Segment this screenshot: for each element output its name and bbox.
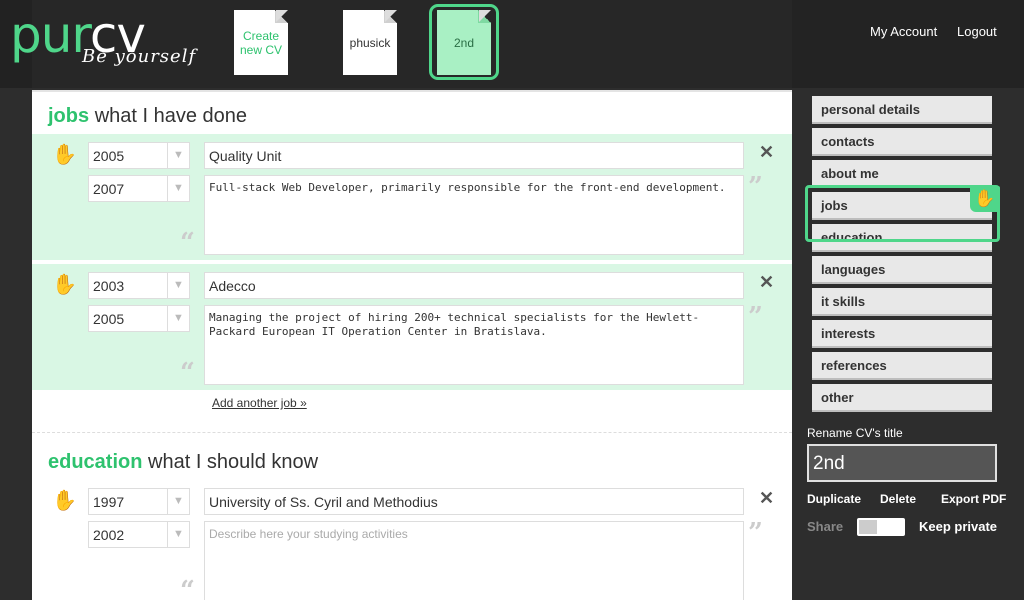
section-divider: [32, 432, 792, 433]
year-value: 1997: [93, 494, 125, 510]
export-pdf-button[interactable]: Export PDF: [941, 492, 1006, 506]
edu-to-year[interactable]: 2002 ▼: [88, 521, 190, 548]
header-main-bg: [32, 0, 792, 88]
section-keyword: jobs: [48, 105, 90, 127]
year-value: 2002: [93, 527, 125, 543]
sidebar-item-personal-details[interactable]: personal details: [812, 96, 992, 124]
logo-pur: pur: [10, 6, 91, 64]
chevron-down-icon[interactable]: ▼: [167, 143, 189, 168]
header-right-bg: [792, 0, 1024, 88]
cv-editor: jobs what I have done ✋ 2005 ▼ 2007 ▼ Qu…: [32, 90, 792, 600]
quote-open-icon: “: [180, 576, 195, 600]
sidebar-item-about-me[interactable]: about me: [812, 160, 992, 188]
section-subtitle: what I have done: [94, 105, 248, 127]
sidebar-item-languages[interactable]: languages: [812, 256, 992, 284]
sidebar-item-it-skills[interactable]: it skills: [812, 288, 992, 316]
section-subtitle: what I should know: [148, 451, 319, 473]
job-to-year[interactable]: 2007 ▼: [88, 175, 190, 202]
close-icon[interactable]: ✕: [759, 272, 774, 293]
edu-description-textarea[interactable]: Describe here your studying activities: [204, 521, 744, 600]
edu-school-input[interactable]: University of Ss. Cyril and Methodius: [204, 488, 744, 515]
close-icon[interactable]: ✕: [759, 142, 774, 163]
jobs-section-title: jobs what I have done: [48, 105, 247, 128]
education-section-title: education what I should know: [48, 451, 318, 474]
job-from-year[interactable]: 2005 ▼: [88, 142, 190, 169]
add-job-link[interactable]: Add another job »: [212, 396, 307, 410]
year-value: 2005: [93, 311, 125, 327]
my-account-link[interactable]: My Account: [870, 24, 937, 39]
delete-button[interactable]: Delete: [880, 492, 916, 506]
chevron-down-icon[interactable]: ▼: [167, 522, 189, 547]
sidebar-item-interests[interactable]: interests: [812, 320, 992, 348]
grab-hand-icon[interactable]: ✋: [52, 272, 77, 296]
keep-private-label: Keep private: [919, 519, 998, 534]
grab-hand-icon[interactable]: ✋: [52, 488, 77, 512]
job-from-year[interactable]: 2003 ▼: [88, 272, 190, 299]
section-keyword: education: [48, 451, 143, 473]
cv-tab-2nd[interactable]: 2nd: [437, 10, 491, 75]
share-label: Share: [807, 519, 844, 534]
tagline: Be yourself: [82, 46, 197, 67]
sidebar-item-references[interactable]: references: [812, 352, 992, 380]
create-cv-label: Create new CV: [239, 28, 283, 57]
cv-tab-label: 2nd: [453, 35, 475, 50]
year-value: 2007: [93, 181, 125, 197]
job-entry: ✋ 2003 ▼ 2005 ▼ Adecco Managing the proj…: [32, 264, 792, 390]
job-company-input[interactable]: Quality Unit: [204, 142, 744, 169]
sidebar-item-other[interactable]: other: [812, 384, 992, 412]
doc-fold-icon: [275, 10, 288, 23]
edu-from-year[interactable]: 1997 ▼: [88, 488, 190, 515]
grab-hand-icon[interactable]: ✋: [970, 186, 1000, 212]
year-value: 2003: [93, 278, 125, 294]
job-to-year[interactable]: 2005 ▼: [88, 305, 190, 332]
privacy-toggle[interactable]: [857, 518, 905, 536]
job-description-textarea[interactable]: Managing the project of hiring 200+ tech…: [204, 305, 744, 385]
quote-open-icon: “: [180, 358, 195, 388]
chevron-down-icon[interactable]: ▼: [167, 489, 189, 514]
logout-link[interactable]: Logout: [957, 24, 997, 39]
cv-tab-phusick[interactable]: phusick: [343, 10, 397, 75]
header: [0, 0, 1024, 88]
quote-open-icon: “: [180, 228, 195, 258]
quote-close-icon: ”: [748, 302, 763, 332]
education-entry: ✋ 1997 ▼ 2002 ▼ University of Ss. Cyril …: [32, 480, 792, 600]
job-entry: ✋ 2005 ▼ 2007 ▼ Quality Unit Full-stack …: [32, 134, 792, 260]
rename-label: Rename CV's title: [807, 426, 903, 440]
chevron-down-icon[interactable]: ▼: [167, 273, 189, 298]
duplicate-button[interactable]: Duplicate: [807, 492, 861, 506]
doc-fold-icon: [478, 10, 491, 23]
chevron-down-icon[interactable]: ▼: [167, 176, 189, 201]
cv-tab-label: phusick: [349, 35, 391, 50]
sidebar-item-contacts[interactable]: contacts: [812, 128, 992, 156]
chevron-down-icon[interactable]: ▼: [167, 306, 189, 331]
quote-close-icon: ”: [748, 172, 763, 202]
close-icon[interactable]: ✕: [759, 488, 774, 509]
toggle-knob[interactable]: [859, 520, 877, 534]
doc-fold-icon: [384, 10, 397, 23]
year-value: 2005: [93, 148, 125, 164]
quote-close-icon: ”: [748, 518, 763, 548]
grab-hand-icon[interactable]: ✋: [52, 142, 77, 166]
job-company-input[interactable]: Adecco: [204, 272, 744, 299]
job-description-textarea[interactable]: Full-stack Web Developer, primarily resp…: [204, 175, 744, 255]
rename-title-input[interactable]: 2nd: [807, 444, 997, 482]
create-cv-button[interactable]: Create new CV: [234, 10, 288, 75]
